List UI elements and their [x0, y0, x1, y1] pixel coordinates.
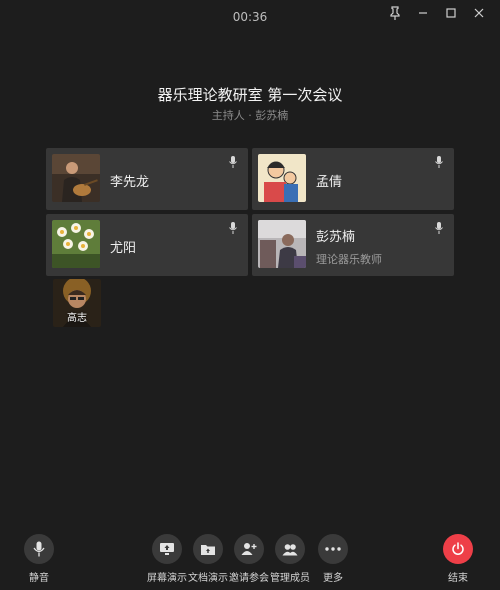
participant-card[interactable]: 彭苏楠 理论器乐教师: [252, 214, 454, 276]
more-dots-icon: [318, 534, 348, 564]
participant-card[interactable]: 李先龙: [46, 148, 248, 210]
screen-share-icon: [152, 534, 182, 564]
end-meeting-label: 结束: [448, 573, 468, 584]
avatar: [52, 220, 100, 268]
participant-name: 高志: [67, 313, 87, 324]
pin-icon[interactable]: [384, 4, 406, 22]
avatar: [258, 220, 306, 268]
more-button[interactable]: 更多: [305, 534, 361, 584]
participant-name: 尤阳: [110, 241, 137, 256]
end-meeting-button[interactable]: 结束: [430, 534, 486, 584]
microphone-icon: [24, 534, 54, 564]
mute-label: 静音: [29, 573, 49, 584]
document-folder-icon: [193, 534, 223, 564]
members-icon: [275, 534, 305, 564]
participant-thumbnail[interactable]: 高志: [53, 279, 101, 327]
add-user-icon: [234, 534, 264, 564]
microphone-icon: [435, 156, 443, 168]
meeting-toolbar: 静音 屏幕演示 文档演示 邀请参会 管理成员 更多 结束: [0, 534, 500, 590]
microphone-icon: [229, 156, 237, 168]
power-icon: [443, 534, 473, 564]
avatar: [52, 154, 100, 202]
close-icon[interactable]: [468, 4, 490, 22]
meeting-title: 器乐理论教研室 第一次会议: [157, 86, 343, 104]
microphone-icon: [435, 222, 443, 234]
title-bar: 00:36: [0, 0, 500, 34]
more-label: 更多: [323, 573, 343, 584]
participant-card[interactable]: 尤阳: [46, 214, 248, 276]
maximize-icon[interactable]: [440, 4, 462, 22]
participant-role: 理论器乐教师: [316, 253, 382, 266]
participant-name: 彭苏楠: [316, 230, 356, 245]
participant-name: 孟倩: [316, 175, 343, 190]
mute-button[interactable]: 静音: [11, 534, 67, 584]
window-controls: [384, 4, 490, 22]
participant-card[interactable]: 孟倩: [252, 148, 454, 210]
minimize-icon[interactable]: [412, 4, 434, 22]
participant-name: 李先龙: [110, 175, 150, 190]
meeting-host: 主持人 · 彭苏楠: [211, 109, 289, 122]
microphone-icon: [229, 222, 237, 234]
avatar: [258, 154, 306, 202]
